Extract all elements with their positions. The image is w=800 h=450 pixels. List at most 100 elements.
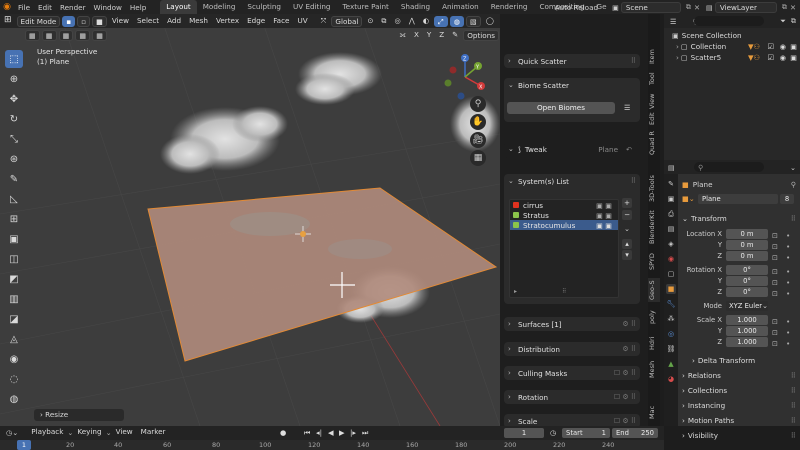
pivot-icon[interactable]: ⊙ — [364, 16, 376, 27]
tab-texture-paint[interactable]: Texture Paint — [336, 0, 394, 14]
select-mode-subtract-icon[interactable]: ▦ — [58, 29, 74, 41]
tab-layout[interactable]: Layout — [160, 0, 197, 14]
axis-x-toggle[interactable]: X — [411, 30, 422, 41]
panel-distribution[interactable]: › Distribution ⚙ ⠿ — [504, 342, 640, 356]
record-icon[interactable]: ● — [280, 428, 286, 437]
data-tab-icon[interactable]: ▲ — [666, 359, 676, 369]
tab-animation[interactable]: Animation — [436, 0, 485, 14]
tab-view[interactable]: View — [648, 92, 660, 110]
open-biomes-button[interactable]: Open Biomes — [507, 102, 615, 114]
system-color-swatch[interactable] — [513, 202, 519, 208]
checkbox-settings-icon[interactable]: ☐ ⚙ ⠿ — [614, 417, 636, 425]
tab-poly[interactable]: poly — [648, 306, 660, 328]
grip-icon[interactable]: ⠿ — [791, 214, 796, 223]
list-item[interactable]: cirrus ▣ ▣ — [510, 200, 618, 210]
lock-icon[interactable]: ⊡ ⊡ ⊡ — [772, 316, 778, 349]
section-transform[interactable]: ⌄ Transform ⠿ — [682, 212, 798, 224]
bevel-tool-icon[interactable]: ◩ — [5, 270, 23, 288]
move-up-button[interactable]: ▴ — [622, 239, 632, 249]
play-icon[interactable]: ▶ — [339, 428, 345, 437]
rotation-z-field[interactable]: 0° — [726, 287, 768, 297]
tab-geo-scatter[interactable]: Geo-S — [648, 278, 660, 302]
auto-reload-label[interactable]: Auto Reload — [551, 3, 602, 12]
chevron-down-icon[interactable]: ⌄ — [508, 177, 518, 185]
tab-mac[interactable]: Mac — [648, 402, 660, 422]
menu-window[interactable]: Window — [90, 3, 126, 12]
knife-tool-icon[interactable]: ◪ — [5, 310, 23, 328]
close-icon[interactable]: ✕ — [694, 3, 700, 12]
rotate-tool-icon[interactable]: ↻ — [5, 110, 23, 128]
scale-x-field[interactable]: 1.000 — [726, 315, 768, 325]
checkbox-settings-icon[interactable]: ☐ ⚙ ⠿ — [614, 369, 636, 377]
outliner-row-collection[interactable]: › ▢ Collection ▼⚇ ☑ ◉ ▣ — [664, 41, 800, 52]
current-frame-field[interactable]: 1 — [504, 428, 544, 438]
clock-icon[interactable]: ◷ — [550, 428, 556, 437]
scene-selector[interactable]: Scene — [620, 1, 681, 13]
menu-select[interactable]: Select — [134, 16, 162, 27]
system-color-swatch[interactable] — [513, 222, 519, 228]
datablock-icon[interactable]: ■⌄ — [682, 194, 695, 203]
copy-icon[interactable]: ⧉ — [686, 2, 691, 12]
menu-render[interactable]: Render — [56, 3, 90, 12]
zoom-icon[interactable]: ⚲ — [470, 96, 486, 112]
tab-sculpting[interactable]: Sculpting — [241, 0, 287, 14]
chevron-right-icon[interactable]: › — [676, 53, 679, 62]
keyframe-dot-icon[interactable]: • • • — [786, 316, 790, 349]
list-menu-icon[interactable]: ⌄ — [622, 224, 632, 234]
menu-uv[interactable]: UV — [294, 16, 310, 27]
properties-search-input[interactable] — [694, 162, 764, 172]
navigation-gizmo[interactable]: Z X Y — [440, 52, 490, 102]
scene-tab-icon[interactable]: ◈ — [666, 239, 676, 249]
keyframe-dot-icon[interactable]: • • • — [786, 230, 790, 263]
step-forward-icon[interactable]: |▸ — [350, 428, 356, 437]
menu-file[interactable]: File — [14, 3, 34, 12]
select-box-tool-icon[interactable]: ⬚ — [5, 50, 23, 68]
constraints-tab-icon[interactable]: ⛓︎ — [666, 344, 676, 354]
grip-icon[interactable]: ⠿ — [791, 401, 796, 410]
material-tab-icon[interactable]: ◕ — [666, 374, 676, 384]
tool-tab-icon[interactable]: ✎ — [666, 179, 676, 189]
panel-tweak[interactable]: ⌄ ⟆ Tweak Plane ↶ — [504, 142, 640, 158]
3d-viewport[interactable]: ⊞ Edit Mode ▪ ▫ ■ View Select Add Mesh V… — [0, 14, 500, 426]
physics-tab-icon[interactable]: ◎ — [666, 329, 676, 339]
tab-edit[interactable]: Edit — [648, 112, 660, 126]
panel-biome-scatter[interactable]: ⌄ Biome Scatter — [504, 78, 640, 122]
chevron-right-icon[interactable]: › — [676, 42, 679, 51]
list-item[interactable]: Stratus ▣ ▣ — [510, 210, 618, 220]
blender-logo-icon[interactable]: ◉ — [0, 0, 14, 14]
wrench-icon[interactable]: ✎ — [449, 30, 461, 41]
output-tab-icon[interactable]: ⎙ — [666, 209, 676, 219]
render-tab-icon[interactable]: ▣ — [666, 194, 676, 204]
view-layer-selector[interactable]: ViewLayer — [714, 1, 777, 13]
play-reverse-icon[interactable]: ◀ — [328, 428, 334, 437]
eye-icon[interactable]: ◉ — [780, 42, 786, 51]
gizmo-toggle-icon[interactable]: ⤢ — [434, 15, 448, 27]
object-tab-icon[interactable]: ■ — [666, 284, 676, 294]
list-item[interactable]: Stratocumulus ▣ ▣ — [510, 220, 618, 230]
section-motion-paths[interactable]: › Motion Paths ⠿ — [682, 414, 798, 426]
xray-toggle-icon[interactable]: ▧ — [466, 15, 481, 27]
edge-select-icon[interactable]: ▫ — [77, 15, 91, 27]
menu-playback[interactable]: Playback — [28, 427, 66, 438]
snap-icon[interactable]: ⧉ — [378, 16, 389, 27]
menu-view[interactable]: View — [109, 16, 132, 27]
scale-y-field[interactable]: 1.000 — [726, 326, 768, 336]
select-mode-extend-icon[interactable]: ▦ — [41, 29, 57, 41]
visibility-icon[interactable]: ◐ — [420, 16, 432, 27]
eye-icon[interactable]: ▣ ▣ — [596, 211, 612, 220]
filter-icon[interactable]: ⏷ — [780, 16, 786, 26]
menu-help[interactable]: Help — [126, 3, 150, 12]
orientation-selector[interactable]: Global — [331, 15, 363, 27]
annotate-tool-icon[interactable]: ✎ — [5, 170, 23, 188]
scale-tool-icon[interactable]: ⤡ — [5, 130, 23, 148]
grip-icon[interactable]: ⠿ — [791, 371, 796, 380]
modifier-tab-icon[interactable]: 🔧︎ — [666, 299, 676, 309]
tab-item[interactable]: Item — [648, 48, 660, 66]
menu-vertex[interactable]: Vertex — [213, 16, 242, 27]
camera-restrict-icon[interactable]: ▣ — [790, 42, 797, 51]
copy-layer-icon[interactable]: ⧉ — [782, 2, 787, 12]
shading-wireframe-icon[interactable]: ◯ — [483, 16, 497, 27]
checkbox-settings-icon[interactable]: ☐ ⚙ ⠿ — [614, 393, 636, 401]
proportional-icon[interactable]: ◎ — [392, 16, 404, 27]
eye-icon[interactable]: ▣ ▣ — [596, 221, 612, 230]
